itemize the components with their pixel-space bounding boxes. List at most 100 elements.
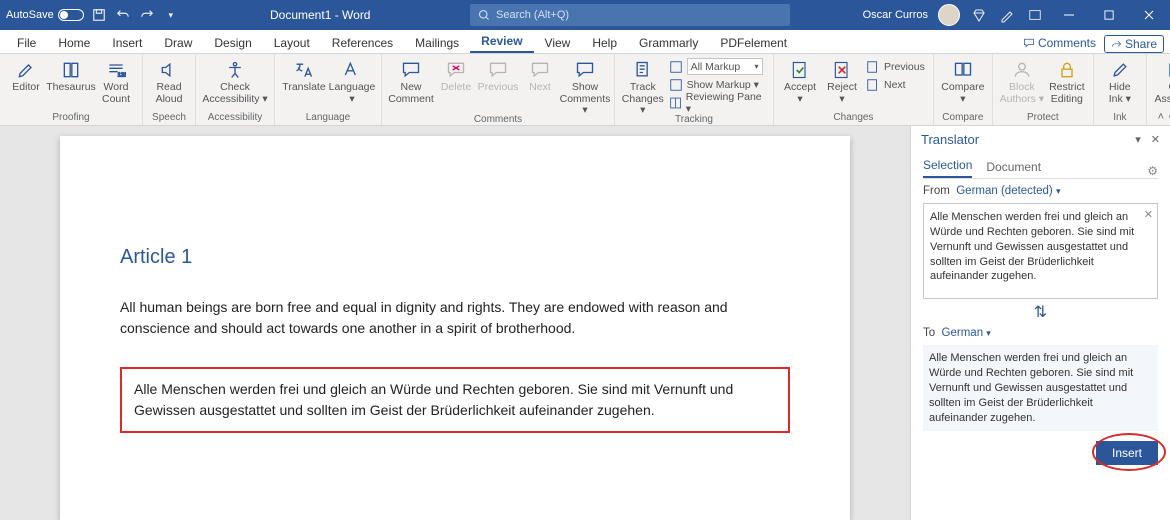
- tab-help[interactable]: Help: [581, 32, 628, 53]
- insert-button[interactable]: Insert: [1096, 441, 1158, 465]
- newcomment-button[interactable]: New Comment: [388, 58, 434, 105]
- editor-icon: [16, 60, 36, 80]
- qat-dropdown-icon[interactable]: ▾: [162, 6, 180, 24]
- wordcount-icon: 123: [106, 60, 126, 80]
- ribbon: Editor Thesaurus 123Word Count Proofing …: [0, 54, 1170, 126]
- reject-icon: [832, 60, 852, 80]
- compare-button[interactable]: Compare ▾: [940, 58, 986, 105]
- maximize-icon[interactable]: [1094, 0, 1124, 30]
- group-comments: New Comment Delete Previous Next Show Co…: [382, 54, 615, 125]
- tab-review[interactable]: Review: [470, 30, 533, 53]
- tab-references[interactable]: References: [321, 32, 404, 53]
- prev-icon: [488, 60, 508, 80]
- readaloud-button[interactable]: Read Aloud: [149, 58, 189, 105]
- prevchange-button[interactable]: Previous: [864, 58, 927, 75]
- diamond-icon[interactable]: [970, 6, 988, 24]
- gear-icon[interactable]: ⚙: [1147, 164, 1158, 178]
- cvassistant-button[interactable]: inCV Assistant: [1153, 58, 1170, 105]
- nextcomment-button[interactable]: Next: [520, 58, 560, 94]
- svg-text:123: 123: [118, 73, 126, 79]
- pen-icon[interactable]: [998, 6, 1016, 24]
- speaker-icon: [159, 60, 179, 80]
- lock-icon: [1057, 60, 1077, 80]
- body-paragraph: All human beings are born free and equal…: [120, 297, 790, 339]
- share-icon: [1111, 39, 1122, 50]
- comments-button[interactable]: Comments: [1015, 33, 1104, 53]
- document-title: Document1 - Word: [270, 8, 370, 22]
- clear-icon[interactable]: ✕: [1144, 208, 1153, 223]
- tab-grammarly[interactable]: Grammarly: [628, 32, 709, 53]
- tab-pdfelement[interactable]: PDFelement: [709, 32, 798, 53]
- pane-options-icon[interactable]: ▾: [1135, 133, 1141, 146]
- pane-close-icon[interactable]: ✕: [1151, 133, 1160, 146]
- thesaurus-button[interactable]: Thesaurus: [48, 58, 94, 94]
- redo-icon[interactable]: [138, 6, 156, 24]
- reject-button[interactable]: Reject ▾: [822, 58, 862, 105]
- accept-icon: [790, 60, 810, 80]
- source-text: Alle Menschen werden frei und gleich an …: [930, 211, 1134, 282]
- language-button[interactable]: Language ▾: [329, 58, 375, 105]
- tab-view[interactable]: View: [534, 32, 582, 53]
- translate-button[interactable]: Translate: [281, 58, 327, 94]
- chevron-down-icon: ▾: [1056, 186, 1061, 196]
- book-icon: [61, 60, 81, 80]
- pane-tab-document[interactable]: Document: [986, 158, 1041, 178]
- close-icon[interactable]: [1134, 0, 1164, 30]
- collapse-ribbon-icon[interactable]: ˄: [1158, 111, 1164, 123]
- titlebar-right: Oscar Curros: [863, 0, 1164, 30]
- source-textbox[interactable]: Alle Menschen werden frei und gleich an …: [923, 203, 1158, 299]
- undo-icon[interactable]: [114, 6, 132, 24]
- reviewingpane-button[interactable]: Reviewing Pane ▾: [667, 94, 767, 111]
- accept-button[interactable]: Accept ▾: [780, 58, 820, 105]
- tab-layout[interactable]: Layout: [263, 32, 321, 53]
- ribbon-display-icon[interactable]: [1026, 6, 1044, 24]
- tab-file[interactable]: File: [6, 32, 47, 53]
- search-input[interactable]: Search (Alt+Q): [470, 4, 790, 26]
- trackchanges-button[interactable]: Track Changes ▾: [621, 58, 665, 117]
- user-name[interactable]: Oscar Curros: [863, 9, 928, 21]
- group-language: Translate Language ▾ Language: [275, 54, 382, 125]
- tab-insert[interactable]: Insert: [101, 32, 153, 53]
- from-label: From: [923, 185, 950, 197]
- from-row[interactable]: From German (detected) ▾: [923, 185, 1158, 197]
- hideink-button[interactable]: Hide Ink ▾: [1100, 58, 1140, 105]
- deletecomment-button[interactable]: Delete: [436, 58, 476, 94]
- pane-header: Translator ▾ ✕: [911, 126, 1170, 152]
- markup-select[interactable]: All Markup▾: [667, 58, 767, 75]
- next-icon: [866, 78, 880, 92]
- minimize-icon[interactable]: [1054, 0, 1084, 30]
- nextchange-button[interactable]: Next: [864, 76, 927, 93]
- editor-button[interactable]: Editor: [6, 58, 46, 94]
- showcomments-button[interactable]: Show Comments ▾: [562, 58, 608, 117]
- language-icon: [342, 60, 362, 80]
- group-label: Speech: [152, 112, 186, 125]
- comment-icon: [1023, 37, 1035, 49]
- swap-icon[interactable]: ⇅: [923, 305, 1158, 321]
- tab-draw[interactable]: Draw: [153, 32, 203, 53]
- tab-mailings[interactable]: Mailings: [404, 32, 470, 53]
- group-compare: Compare ▾ Compare: [934, 54, 993, 125]
- wordcount-button[interactable]: 123Word Count: [96, 58, 136, 105]
- to-row[interactable]: To German ▾: [923, 327, 1158, 339]
- pane-tabs: Selection Document ⚙: [923, 156, 1158, 179]
- from-language: German (detected): [956, 185, 1053, 197]
- group-accessibility: Check Accessibility ▾ Accessibility: [196, 54, 275, 125]
- next-icon: [530, 60, 550, 80]
- prevcomment-button[interactable]: Previous: [478, 58, 518, 94]
- autosave-label: AutoSave: [6, 9, 54, 21]
- blockauthors-button[interactable]: Block Authors ▾: [999, 58, 1045, 105]
- workspace: Article 1 All human beings are born free…: [0, 126, 1170, 520]
- ink-icon: [1110, 60, 1130, 80]
- accessibility-button[interactable]: Check Accessibility ▾: [202, 58, 268, 105]
- tab-home[interactable]: Home: [47, 32, 101, 53]
- restrict-button[interactable]: Restrict Editing: [1047, 58, 1087, 105]
- document-area[interactable]: Article 1 All human beings are born free…: [0, 126, 910, 520]
- page: Article 1 All human beings are born free…: [60, 136, 850, 520]
- pane-tab-selection[interactable]: Selection: [923, 156, 972, 178]
- showmarkup-icon: [669, 78, 683, 92]
- share-button[interactable]: Share: [1104, 35, 1164, 53]
- tab-design[interactable]: Design: [203, 32, 262, 53]
- save-icon[interactable]: [90, 6, 108, 24]
- avatar[interactable]: [938, 4, 960, 26]
- autosave-toggle[interactable]: AutoSave: [6, 9, 84, 21]
